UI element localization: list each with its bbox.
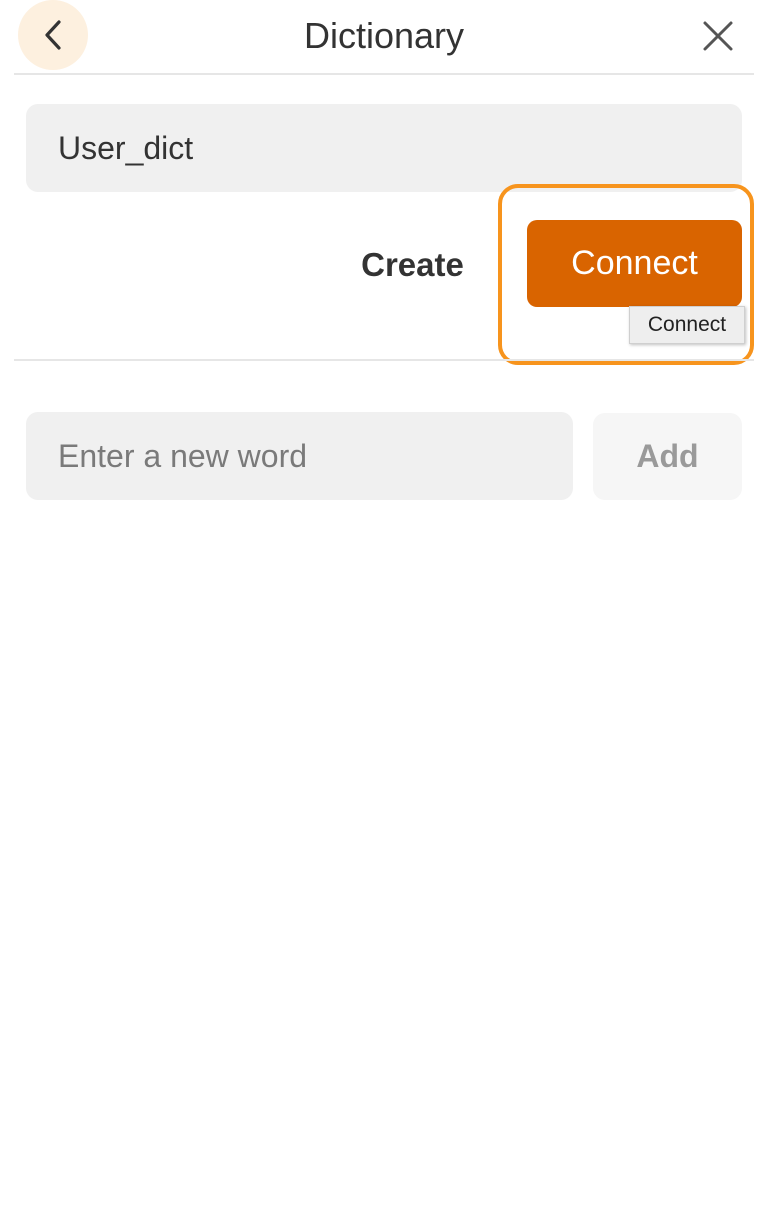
- section-divider: [14, 359, 754, 361]
- connect-button[interactable]: Connect: [527, 220, 742, 307]
- new-word-input[interactable]: [26, 412, 573, 500]
- dictionary-page: Dictionary User_dict Create Connect Conn…: [0, 0, 770, 1208]
- close-icon: [703, 21, 733, 51]
- create-button[interactable]: Create: [340, 222, 485, 308]
- header-bar: Dictionary: [14, 0, 754, 75]
- page-title: Dictionary: [303, 15, 465, 56]
- dictionary-name-field[interactable]: User_dict: [26, 104, 742, 192]
- close-button[interactable]: [696, 14, 740, 58]
- add-word-button[interactable]: Add: [593, 413, 742, 500]
- connect-tooltip: Connect: [629, 306, 745, 344]
